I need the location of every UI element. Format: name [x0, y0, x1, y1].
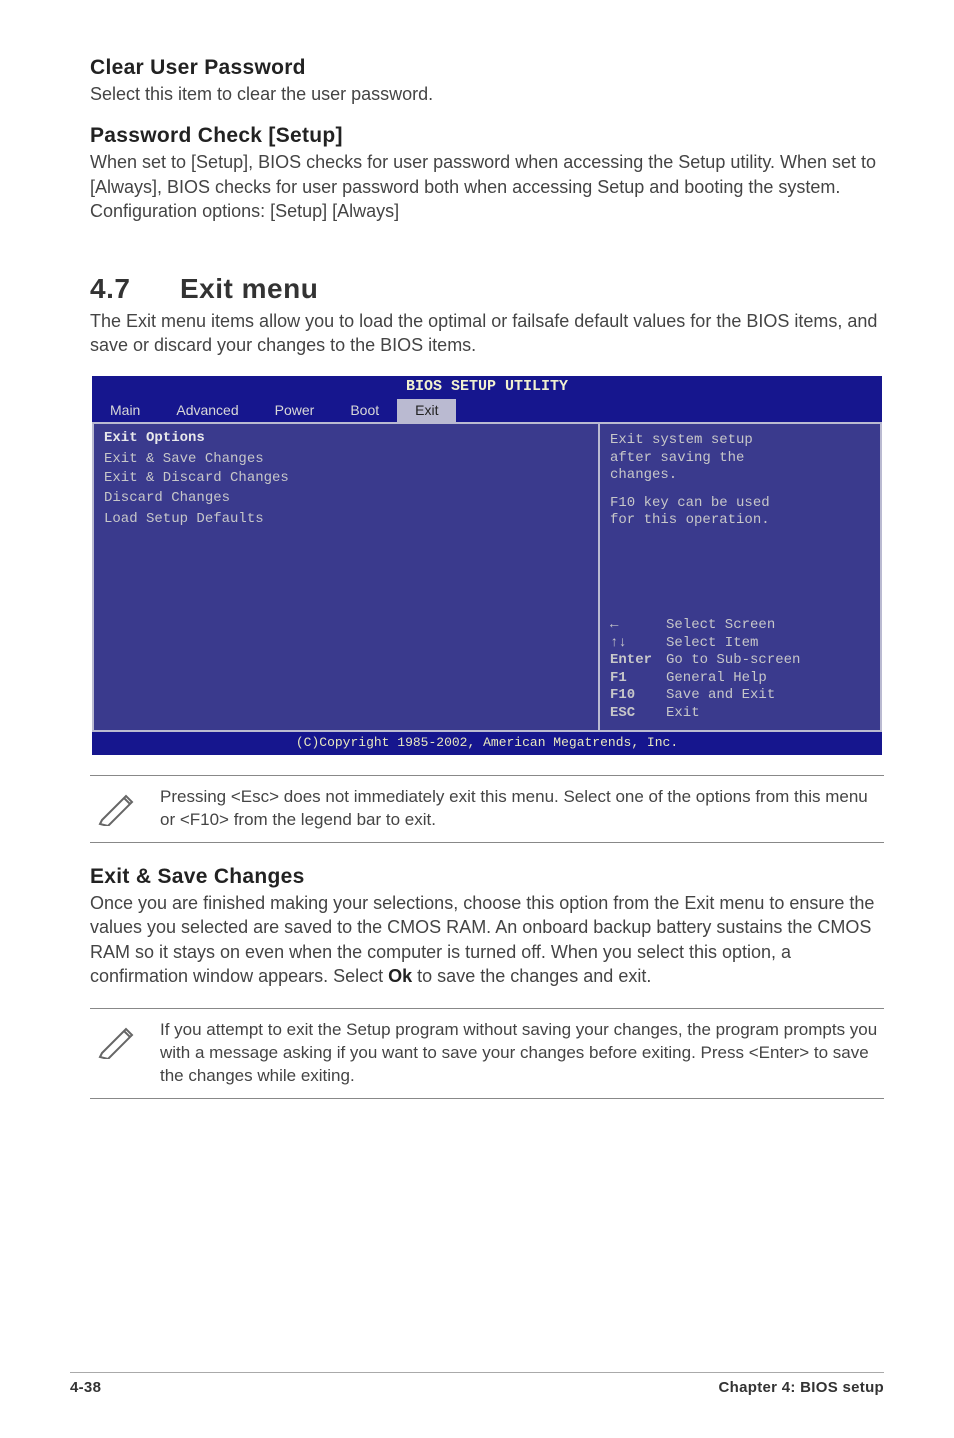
section-number: 4.7	[90, 273, 180, 305]
legend-key: F1	[610, 670, 658, 688]
legend-key: ESC	[610, 705, 658, 723]
heading-clear-user-password: Clear User Password	[90, 56, 884, 80]
legend-action: General Help	[666, 670, 767, 688]
note-text: Pressing <Esc> does not immediately exit…	[160, 786, 878, 832]
note-exit-no-save: If you attempt to exit the Setup program…	[90, 1008, 884, 1099]
bios-footer: (C)Copyright 1985-2002, American Megatre…	[92, 732, 882, 755]
legend-row: ↑↓ Select Item	[610, 635, 870, 653]
section-title: Exit menu	[180, 273, 318, 304]
bios-tab-power[interactable]: Power	[257, 399, 333, 423]
bios-tab-boot[interactable]: Boot	[332, 399, 397, 423]
bios-left-panel: Exit Options Exit & Save Changes Exit & …	[92, 424, 600, 732]
text-exit-save-changes: Once you are finished making your select…	[90, 891, 884, 988]
bios-help-line: changes.	[610, 467, 870, 485]
legend-row: F1 General Help	[610, 670, 870, 688]
legend-row: F10 Save and Exit	[610, 687, 870, 705]
heading-password-check: Password Check [Setup]	[90, 124, 884, 148]
bios-item-exit-discard[interactable]: Exit & Discard Changes	[104, 469, 588, 489]
legend-row: ← Select Screen	[610, 617, 870, 635]
legend-key: Enter	[610, 652, 658, 670]
page-number: 4-38	[70, 1379, 101, 1396]
bios-help-line: after saving the	[610, 450, 870, 468]
legend-action: Select Item	[666, 635, 758, 653]
chapter-label: Chapter 4: BIOS setup	[719, 1379, 885, 1396]
bios-tab-exit[interactable]: Exit	[397, 399, 456, 423]
legend-action: Go to Sub-screen	[666, 652, 800, 670]
heading-exit-menu: 4.7Exit menu	[90, 273, 884, 305]
body-post: to save the changes and exit.	[412, 966, 651, 986]
bios-item-exit-save[interactable]: Exit & Save Changes	[104, 450, 588, 470]
legend-action: Save and Exit	[666, 687, 775, 705]
bios-title: BIOS SETUP UTILITY	[92, 376, 882, 399]
legend-action: Select Screen	[666, 617, 775, 635]
body-bold: Ok	[388, 966, 412, 986]
bios-help-line: Exit system setup	[610, 432, 870, 450]
bios-panel-heading: Exit Options	[104, 430, 588, 448]
bios-item-discard[interactable]: Discard Changes	[104, 489, 588, 509]
bios-legend: ← Select Screen ↑↓ Select Item Enter Go to …	[610, 617, 870, 722]
pencil-icon	[96, 1019, 140, 1059]
text-password-check: When set to [Setup], BIOS checks for use…	[90, 150, 884, 223]
legend-row: ESC Exit	[610, 705, 870, 723]
note-text: If you attempt to exit the Setup program…	[160, 1019, 878, 1088]
bios-help-line	[610, 485, 870, 495]
legend-row: Enter Go to Sub-screen	[610, 652, 870, 670]
bios-screenshot: BIOS SETUP UTILITY Main Advanced Power B…	[92, 376, 882, 756]
legend-key: ←	[610, 617, 658, 635]
text-exit-menu-intro: The Exit menu items allow you to load th…	[90, 309, 884, 358]
heading-exit-save-changes: Exit & Save Changes	[90, 865, 884, 889]
legend-key: ↑↓	[610, 635, 658, 653]
legend-key: F10	[610, 687, 658, 705]
bios-help-line: for this operation.	[610, 512, 870, 530]
bios-help: Exit system setup after saving the chang…	[610, 432, 870, 530]
bios-help-line: F10 key can be used	[610, 495, 870, 513]
page-footer: 4-38 Chapter 4: BIOS setup	[70, 1372, 884, 1396]
note-esc: Pressing <Esc> does not immediately exit…	[90, 775, 884, 843]
bios-tab-main[interactable]: Main	[92, 399, 158, 423]
text-clear-user-password: Select this item to clear the user passw…	[90, 82, 884, 106]
pencil-icon	[96, 786, 140, 826]
bios-tabs: Main Advanced Power Boot Exit	[92, 399, 882, 423]
bios-right-panel: Exit system setup after saving the chang…	[600, 424, 882, 732]
bios-item-load-defaults[interactable]: Load Setup Defaults	[104, 510, 588, 530]
bios-tab-advanced[interactable]: Advanced	[158, 399, 256, 423]
legend-action: Exit	[666, 705, 700, 723]
